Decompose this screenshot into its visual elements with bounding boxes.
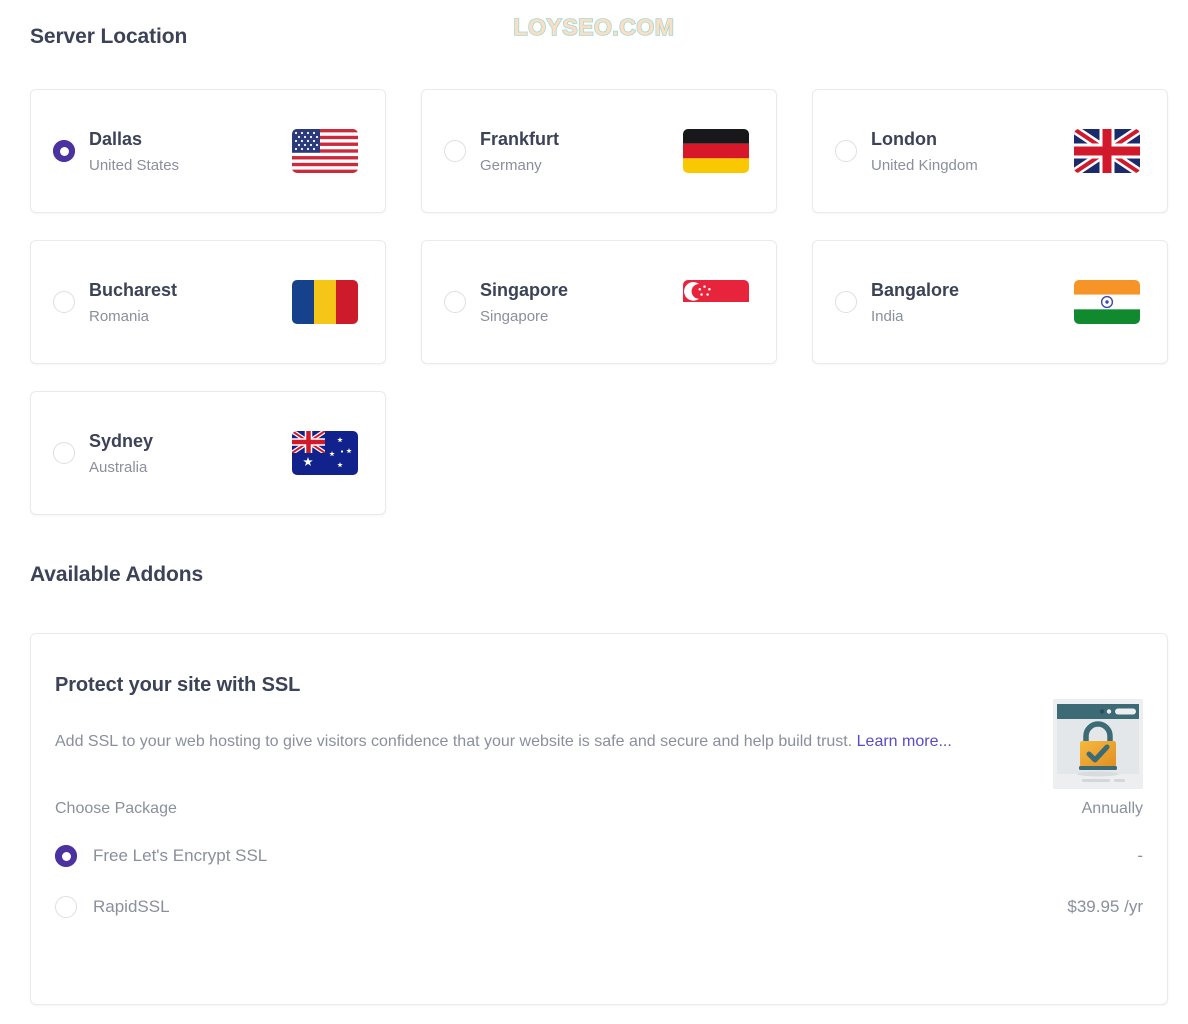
location-city: Frankfurt (480, 128, 560, 149)
package-price: $39.95 /yr (1067, 897, 1143, 917)
package-name: Free Let's Encrypt SSL (93, 846, 268, 866)
billing-cycle-label: Annually (1081, 799, 1143, 817)
location-card-bangalore[interactable]: Bangalore India (812, 240, 1168, 364)
addon-description-text: Add SSL to your web hosting to give visi… (55, 733, 853, 750)
package-row-rapidssl[interactable]: RapidSSL $39.95 /yr (55, 882, 1143, 933)
flag-de-svg (683, 129, 749, 173)
package-radio-free-lets-encrypt-ssl[interactable] (55, 845, 77, 868)
flag-gb-svg (1074, 129, 1140, 173)
location-card-sydney[interactable]: Sydney Australia (30, 391, 386, 515)
addon-body: Add SSL to your web hosting to give visi… (55, 699, 1143, 789)
flag-in-icon (1073, 278, 1141, 326)
flag-au-svg (292, 431, 358, 475)
location-radio-bangalore[interactable] (835, 291, 857, 313)
location-card-dallas[interactable]: Dallas United States (30, 89, 386, 213)
location-text: London United Kingdom (871, 130, 1073, 173)
location-radio-london[interactable] (835, 140, 857, 162)
available-addons-heading: Available Addons (30, 563, 204, 586)
location-city: Bucharest (89, 279, 178, 300)
ssl-badge-svg (1053, 699, 1143, 789)
package-radio-rapidssl[interactable] (55, 896, 77, 919)
location-card-singapore[interactable]: Singapore Singapore (421, 240, 777, 364)
location-radio-frankfurt[interactable] (444, 140, 466, 162)
location-country: United States (89, 156, 180, 174)
flag-au-icon (291, 429, 359, 477)
addon-description: Add SSL to your web hosting to give visi… (55, 727, 1003, 757)
server-location-heading: Server Location (30, 25, 188, 48)
location-radio-sydney[interactable] (53, 442, 75, 464)
ssl-lock-browser-icon (1053, 699, 1143, 789)
flag-ro-icon (291, 278, 359, 326)
flag-gb-icon (1073, 127, 1141, 175)
location-city: Dallas (89, 128, 143, 149)
location-card-bucharest[interactable]: Bucharest Romania (30, 240, 386, 364)
package-left: RapidSSL (55, 896, 170, 919)
location-country: Romania (89, 307, 150, 325)
location-card-frankfurt[interactable]: Frankfurt Germany (421, 89, 777, 213)
flag-us-icon (291, 127, 359, 175)
location-radio-singapore[interactable] (444, 291, 466, 313)
location-country: Germany (480, 156, 542, 174)
location-country: India (871, 307, 904, 325)
package-name: RapidSSL (93, 897, 170, 917)
location-country: Singapore (480, 307, 549, 325)
location-city: Bangalore (871, 279, 960, 300)
location-country: United Kingdom (871, 156, 978, 174)
package-chooser: Choose Package Annually Free Let's Encry… (55, 787, 1143, 933)
learn-more-link[interactable]: Learn more... (857, 733, 952, 750)
location-text: Bangalore India (871, 281, 1073, 324)
location-city: London (871, 128, 937, 149)
flag-de-icon (682, 127, 750, 175)
location-card-london[interactable]: London United Kingdom (812, 89, 1168, 213)
location-text: Sydney Australia (89, 432, 291, 475)
package-left: Free Let's Encrypt SSL (55, 845, 268, 868)
flag-sg-icon (682, 278, 750, 326)
server-location-grid: Dallas United States Frankfurt Germany L… (30, 89, 1168, 515)
flag-ro-svg (292, 280, 358, 324)
server-location-and-addons-page: LOYSEO.COM Server Location Dallas United… (0, 0, 1188, 1024)
location-text: Bucharest Romania (89, 281, 291, 324)
choose-package-label: Choose Package (55, 799, 177, 817)
package-header-row: Choose Package Annually (55, 787, 1143, 831)
location-radio-bucharest[interactable] (53, 291, 75, 313)
flag-us-svg (292, 129, 358, 173)
location-city: Singapore (480, 279, 569, 300)
location-radio-dallas[interactable] (53, 140, 75, 162)
package-price: - (1137, 846, 1143, 866)
flag-in-svg (1074, 280, 1140, 324)
location-country: Australia (89, 458, 148, 476)
location-city: Sydney (89, 430, 154, 451)
package-row-free-lets-encrypt-ssl[interactable]: Free Let's Encrypt SSL - (55, 831, 1143, 882)
location-text: Dallas United States (89, 130, 291, 173)
flag-sg-svg (683, 280, 749, 324)
addon-title: Protect your site with SSL (55, 674, 301, 696)
location-text: Singapore Singapore (480, 281, 682, 324)
location-text: Frankfurt Germany (480, 130, 682, 173)
addon-card-ssl: Protect your site with SSL Add SSL to yo… (30, 633, 1168, 1005)
